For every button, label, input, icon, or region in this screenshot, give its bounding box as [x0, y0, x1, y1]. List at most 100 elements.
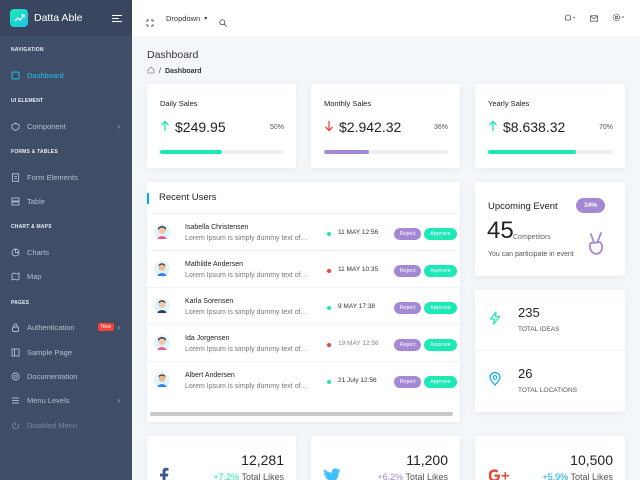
stat-value: 235 — [518, 305, 540, 320]
sales-progress — [160, 150, 284, 154]
maximize-icon[interactable] — [146, 14, 154, 27]
sidebar-item-documentation[interactable]: Documentation — [0, 368, 132, 384]
horizontal-scrollbar[interactable] — [150, 412, 453, 416]
user-name: Mathilde Andersen — [185, 261, 243, 268]
brand-logo-icon — [10, 9, 28, 27]
bell-icon[interactable] — [564, 9, 576, 27]
status-dot — [327, 343, 331, 347]
reject-button[interactable]: Reject — [394, 339, 421, 351]
sidebar-item-label: Disabled Menu — [27, 420, 78, 430]
menu-icon — [11, 396, 20, 405]
brand-header: Datta Able — [0, 0, 132, 36]
sidebar-item-table[interactable]: Table — [0, 193, 132, 209]
sidebar-item-label: Sample Page — [27, 347, 73, 357]
reject-button[interactable]: Reject — [394, 265, 421, 277]
twitter-icon — [323, 466, 347, 480]
server-icon — [11, 197, 20, 206]
approve-button[interactable]: Approve — [424, 302, 457, 314]
reject-button[interactable]: Reject — [394, 228, 421, 240]
breadcrumb: / Dashboard — [147, 66, 202, 76]
avatar — [154, 335, 170, 351]
status-dot — [327, 380, 331, 384]
sidebar-item-label: Documentation — [27, 371, 78, 381]
sidebar-item-sample-page[interactable]: Sample Page — [0, 344, 132, 360]
sidebar-item-map[interactable]: Map — [0, 268, 132, 284]
search-icon[interactable] — [219, 14, 228, 27]
nav-caption-pages: PAGES — [11, 300, 30, 306]
breadcrumb-current: Dashboard — [164, 67, 202, 75]
user-description: Lorem Ipsum is simply dummy text of… — [185, 383, 308, 390]
sidebar-item-charts[interactable]: Charts — [0, 244, 132, 260]
home-icon — [11, 71, 20, 80]
social-delta: +5.9% — [542, 472, 569, 480]
event-count-label: Competitors — [513, 234, 551, 241]
chevron-down-icon: ▾ — [204, 15, 208, 22]
sidebar-item-authentication[interactable]: Authentication New › — [0, 319, 132, 335]
sidebar: Datta Able NAVIGATION Dashboard UI ELEME… — [0, 0, 132, 480]
reject-button[interactable]: Reject — [394, 302, 421, 314]
sales-card-daily: Daily Sales $249.95 50% — [147, 84, 296, 168]
sidebar-item-dashboard[interactable]: Dashboard — [0, 67, 132, 83]
recent-users-card: Recent Users Isabella Christensen Lorem … — [147, 182, 460, 422]
approve-button[interactable]: Approve — [424, 376, 457, 388]
settings-icon[interactable] — [612, 9, 626, 27]
sidebar-item-label: Map — [27, 271, 42, 281]
nav-caption-chart-maps: CHART & MAPS — [11, 224, 52, 230]
stat-ideas: 235 TOTAL IDEAS — [475, 290, 636, 350]
menu-toggle-icon[interactable] — [112, 13, 122, 24]
approve-button[interactable]: Approve — [424, 339, 457, 351]
topbar-actions — [564, 0, 626, 36]
page-title: Dashboard — [147, 49, 199, 61]
sales-amount: $249.95 — [160, 119, 226, 135]
user-name: Isabella Christensen — [185, 224, 249, 231]
mail-icon[interactable] — [590, 9, 598, 27]
reject-button[interactable]: Reject — [394, 376, 421, 388]
topbar-dropdown[interactable]: Dropdown ▾ — [166, 14, 207, 23]
sidebar-item-disabled-menu: Disabled Menu — [0, 417, 132, 433]
social-delta: +6.2% — [377, 472, 404, 480]
stat-locations: 26 TOTAL LOCATIONS — [475, 351, 636, 411]
sidebar-item-label: Charts — [27, 247, 50, 257]
user-description: Lorem Ipsum is simply dummy text of… — [185, 346, 308, 353]
social-card-facebook: 12,281 +7.2% Total Likes — [147, 436, 296, 480]
nav-caption-navigation: NAVIGATION — [11, 47, 44, 53]
user-date: 9 MAY 17:38 — [338, 303, 375, 310]
sales-title: Daily Sales — [160, 99, 198, 108]
sidebar-item-menu-levels[interactable]: Menu Levels › — [0, 392, 132, 408]
event-badge: 34% — [576, 198, 605, 213]
approve-button[interactable]: Approve — [424, 265, 457, 277]
bolt-icon — [488, 311, 502, 325]
event-title: Upcoming Event — [488, 201, 558, 212]
box-icon — [11, 121, 20, 131]
facebook-icon — [159, 466, 183, 480]
user-date: 11 MAY 10:35 — [338, 266, 379, 273]
avatar — [154, 298, 170, 314]
sales-amount: $2.942.32 — [324, 119, 401, 135]
sidebar-item-form-elements[interactable]: Form Elements — [0, 169, 132, 185]
chevron-right-icon: › — [117, 322, 120, 332]
social-subtext: +6.2% Total Likes — [377, 472, 448, 480]
table-row: Ida Jorgensen Lorem Ipsum is simply dumm… — [147, 324, 460, 361]
home-icon[interactable] — [147, 66, 155, 76]
pie-chart-icon — [11, 248, 20, 257]
table-row: Mathilde Andersen Lorem Ipsum is simply … — [147, 250, 460, 287]
sales-progress-fill — [488, 150, 576, 154]
sales-percent: 36% — [433, 124, 448, 131]
social-card-google-plus: 10,500 +5.9% Total Likes — [475, 436, 625, 480]
social-label: Total Likes — [570, 472, 613, 480]
sales-title: Monthly Sales — [324, 99, 372, 108]
user-date: 11 MAY 12:56 — [338, 229, 379, 236]
avatar — [154, 261, 170, 277]
sales-amount-value: $8.638.32 — [503, 119, 566, 135]
sidebar-item-label: Form Elements — [27, 172, 78, 182]
sidebar-item-component[interactable]: Component › — [0, 118, 132, 134]
nav-caption-ui-element: UI ELEMENT — [11, 98, 44, 104]
approve-button[interactable]: Approve — [424, 228, 457, 240]
user-description: Lorem Ipsum is simply dummy text of… — [185, 235, 308, 242]
table-row: Albert Andersen Lorem Ipsum is simply du… — [147, 361, 460, 398]
lock-icon — [11, 323, 20, 332]
sales-progress — [488, 150, 613, 154]
sales-percent: 50% — [269, 124, 284, 131]
user-date: 21 July 12:56 — [338, 377, 377, 384]
sales-card-monthly: Monthly Sales $2.942.32 36% — [311, 84, 460, 168]
